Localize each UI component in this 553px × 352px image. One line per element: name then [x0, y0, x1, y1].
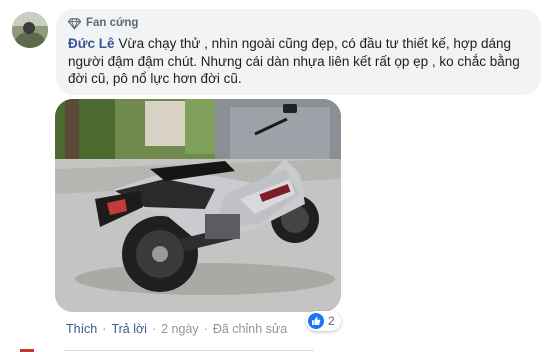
comment-photo[interactable] — [55, 99, 341, 312]
reactions-summary[interactable]: 2 — [306, 311, 341, 331]
timestamp-link[interactable]: 2 ngày — [161, 322, 199, 336]
like-button[interactable]: Thích — [66, 322, 97, 336]
fan-badge: Fan cứng — [68, 15, 529, 31]
separator-dot: · — [151, 322, 157, 336]
separator-dot: · — [102, 322, 107, 336]
avatar-image — [12, 12, 48, 48]
reaction-count: 2 — [328, 314, 335, 328]
comment-actions: Thích · Trả lời · 2 ngày · Đã chỉnh sửa — [66, 321, 287, 337]
motorcycle-image — [55, 99, 341, 312]
author-name[interactable]: Đức Lê — [68, 36, 115, 51]
comment-text: Vừa chạy thử , nhìn ngoài cũng đẹp, có đ… — [68, 36, 520, 86]
edited-link[interactable]: Đã chỉnh sửa — [213, 322, 287, 336]
like-icon — [308, 313, 324, 329]
diamond-icon — [68, 17, 81, 30]
badge-label: Fan cứng — [86, 17, 139, 29]
avatar[interactable] — [12, 12, 48, 48]
comment-body: Đức Lê Vừa chạy thử , nhìn ngoài cũng đẹp… — [68, 35, 529, 88]
comment-bubble: Fan cứng Đức Lê Vừa chạy thử , nhìn ngoài… — [56, 9, 541, 95]
reply-button[interactable]: Trả lời — [111, 322, 147, 336]
separator-dot: · — [203, 322, 208, 336]
